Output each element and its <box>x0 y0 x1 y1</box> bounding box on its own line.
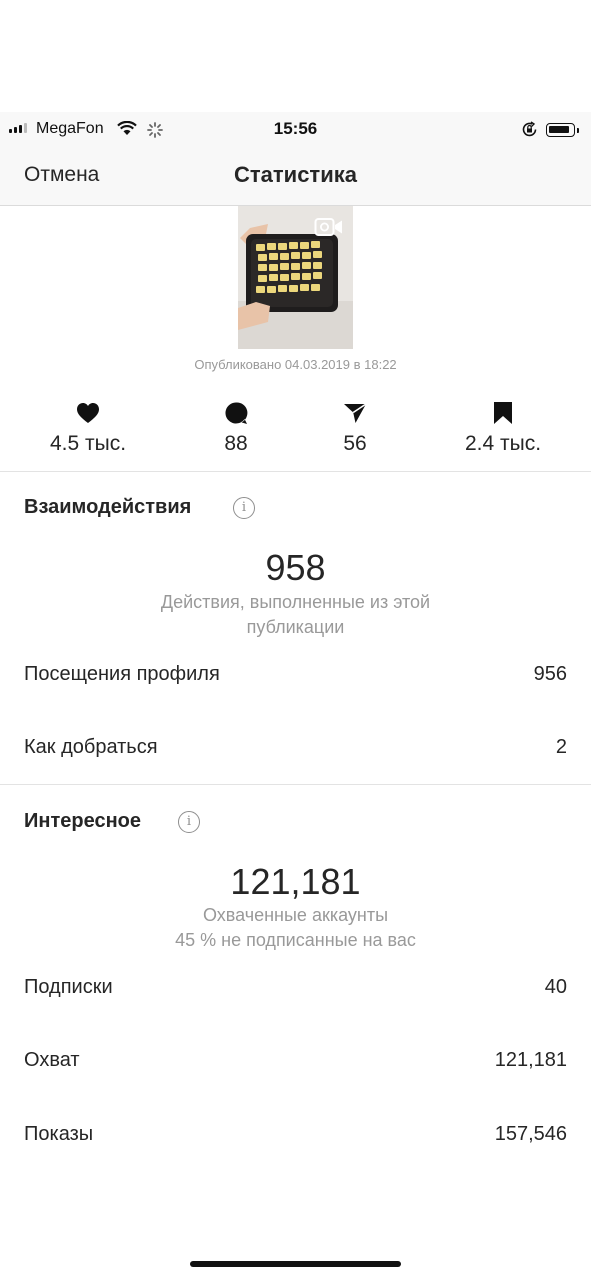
discovery-caption-line1: Охваченные аккаунты <box>202 905 389 925</box>
reach-label: Охват <box>24 1049 80 1071</box>
clipped-row-label <box>24 1160 149 1166</box>
battery-icon <box>546 123 579 137</box>
rotation-lock-icon <box>521 121 538 143</box>
profile-visits-label: Посещения профиля <box>24 663 220 685</box>
discovery-title: Интересное <box>24 810 141 832</box>
home-indicator[interactable] <box>190 1261 401 1267</box>
profile-visits-value: 956 <box>533 663 567 685</box>
discovery-total: 121,181 <box>230 861 361 902</box>
clipped-row-value <box>503 1160 567 1166</box>
section-divider <box>0 471 591 472</box>
saves-count: 2.4 тыс. <box>464 432 542 455</box>
navigation-bar: Отмена Статистика <box>0 146 591 206</box>
interactions-title: Взаимодействия <box>24 496 192 518</box>
interactions-total: 958 <box>265 547 326 588</box>
interactions-info-icon[interactable]: i <box>233 497 255 519</box>
likes-metric: 4.5 тыс. <box>23 400 153 456</box>
follows-label: Подписки <box>24 976 113 998</box>
interactions-caption-line2: публикации <box>246 617 345 637</box>
share-icon <box>290 400 420 426</box>
likes-count: 4.5 тыс. <box>49 432 127 455</box>
bookmark-icon <box>438 400 568 426</box>
discovery-caption-line2: 45 % не подписанные на вас <box>175 930 416 950</box>
section-divider <box>0 784 591 785</box>
comments-count: 88 <box>224 432 248 455</box>
directions-value: 2 <box>555 736 567 758</box>
impressions-value: 157,546 <box>494 1123 567 1145</box>
directions-label: Как добраться <box>24 736 158 758</box>
shares-metric: 56 <box>290 400 420 456</box>
reach-value: 121,181 <box>494 1049 567 1071</box>
heart-icon <box>23 400 153 426</box>
published-date: Опубликовано 04.03.2019 в 18:22 <box>194 357 397 372</box>
post-thumbnail[interactable] <box>238 206 353 349</box>
status-time: 15:56 <box>273 119 318 138</box>
comment-icon <box>171 400 301 426</box>
impressions-label: Показы <box>24 1123 94 1145</box>
shares-count: 56 <box>343 432 367 455</box>
comments-metric: 88 <box>171 400 301 456</box>
discovery-info-icon[interactable]: i <box>178 811 200 833</box>
status-bar: MegaFon 15:56 <box>0 112 591 146</box>
follows-value: 40 <box>544 976 567 998</box>
page-title: Статистика <box>234 162 357 187</box>
saves-metric: 2.4 тыс. <box>438 400 568 456</box>
video-camera-icon <box>314 216 344 243</box>
interactions-caption-line1: Действия, выполненные из этой <box>160 592 431 612</box>
